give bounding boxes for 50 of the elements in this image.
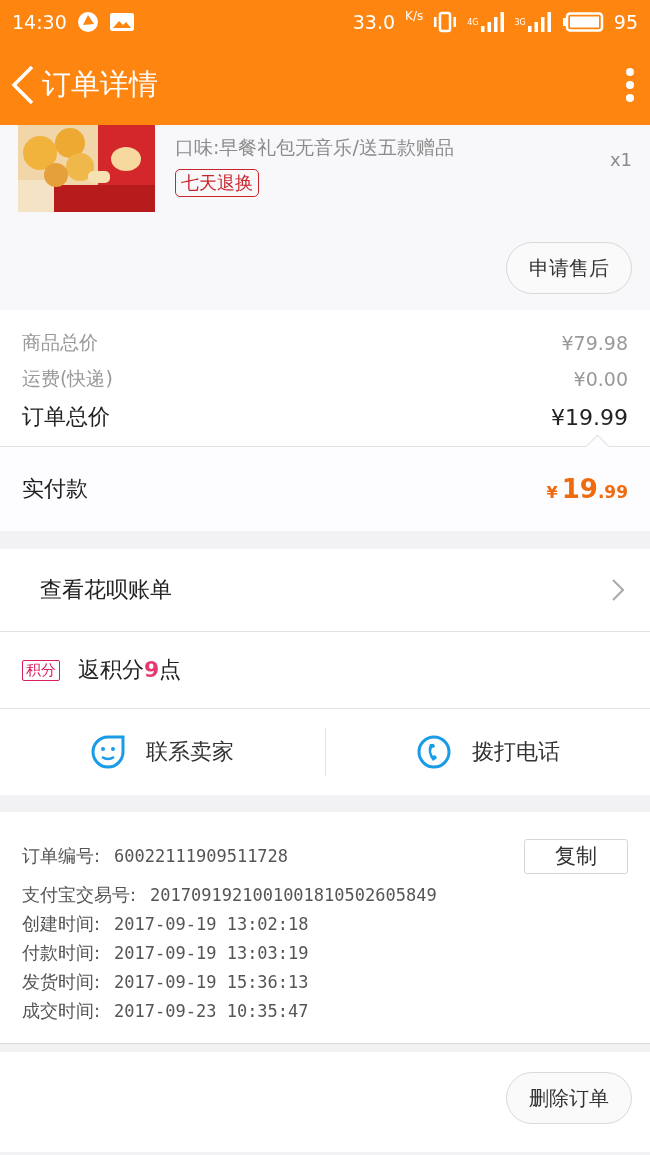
info-label: 订单编号: bbox=[22, 844, 101, 868]
more-menu-button[interactable] bbox=[624, 66, 636, 103]
back-button[interactable] bbox=[10, 64, 36, 105]
phone-icon bbox=[415, 734, 452, 770]
copy-button[interactable]: 复制 bbox=[524, 838, 628, 874]
price-label: 运费(快递) bbox=[22, 366, 113, 391]
image-icon bbox=[108, 12, 135, 32]
network-type: 4G bbox=[467, 18, 479, 27]
quantity: x1 bbox=[609, 148, 632, 172]
info-value: 60022111909511728 bbox=[114, 846, 289, 866]
chevron-right-icon bbox=[612, 579, 624, 601]
clock: 14:30 bbox=[12, 11, 67, 33]
info-label: 创建时间: bbox=[22, 911, 101, 936]
page-title: 订单详情 bbox=[42, 65, 159, 103]
call-button[interactable]: 拨打电话 bbox=[409, 733, 566, 771]
app-icon bbox=[76, 11, 99, 33]
info-value: 2017-09-23 10:35:47 bbox=[114, 1000, 309, 1021]
info-label: 发货时间: bbox=[22, 969, 101, 994]
points-badge: 积分 bbox=[22, 659, 60, 681]
battery-level: 95 bbox=[613, 11, 638, 33]
signal-icon bbox=[527, 12, 552, 32]
price-label: 订单总价 bbox=[22, 403, 110, 431]
product-option: 口味:早餐礼包无音乐/送五款赠品 bbox=[175, 135, 590, 161]
info-value: 2017091921001001810502605849 bbox=[150, 884, 437, 905]
delete-order-button[interactable]: 删除订单 bbox=[506, 1072, 632, 1124]
price-value: ¥19.99 bbox=[551, 404, 628, 430]
network-speed: 33.0 bbox=[352, 11, 396, 33]
smiley-chat-icon bbox=[90, 734, 127, 770]
points-text: 返积分9点 bbox=[78, 656, 182, 684]
price-value: ¥0.00 bbox=[573, 368, 628, 390]
contact-seller-button[interactable]: 联系卖家 bbox=[84, 733, 241, 771]
signal-icon bbox=[480, 12, 505, 32]
network-type: 3G bbox=[514, 18, 526, 27]
battery-icon bbox=[561, 12, 604, 32]
info-value: 2017-09-19 13:02:18 bbox=[114, 913, 309, 934]
bill-link-label: 查看花呗账单 bbox=[40, 576, 172, 604]
price-label: 商品总价 bbox=[22, 330, 98, 355]
info-value: 2017-09-19 15:36:13 bbox=[114, 971, 309, 992]
info-label: 支付宝交易号: bbox=[22, 882, 137, 907]
speed-unit: K/s bbox=[405, 9, 424, 23]
paid-label: 实付款 bbox=[22, 475, 88, 503]
vibrate-icon bbox=[433, 11, 458, 33]
info-value: 2017-09-19 13:03:19 bbox=[114, 942, 309, 963]
bill-link[interactable]: 查看花呗账单 bbox=[0, 549, 650, 632]
info-label: 付款时间: bbox=[22, 940, 101, 965]
after-sale-button[interactable]: 申请售后 bbox=[506, 242, 632, 294]
paid-amount: ¥19.99 bbox=[546, 474, 628, 504]
return-policy-tag: 七天退换 bbox=[175, 169, 259, 197]
info-label: 成交时间: bbox=[22, 998, 101, 1023]
price-value: ¥79.98 bbox=[561, 332, 628, 354]
